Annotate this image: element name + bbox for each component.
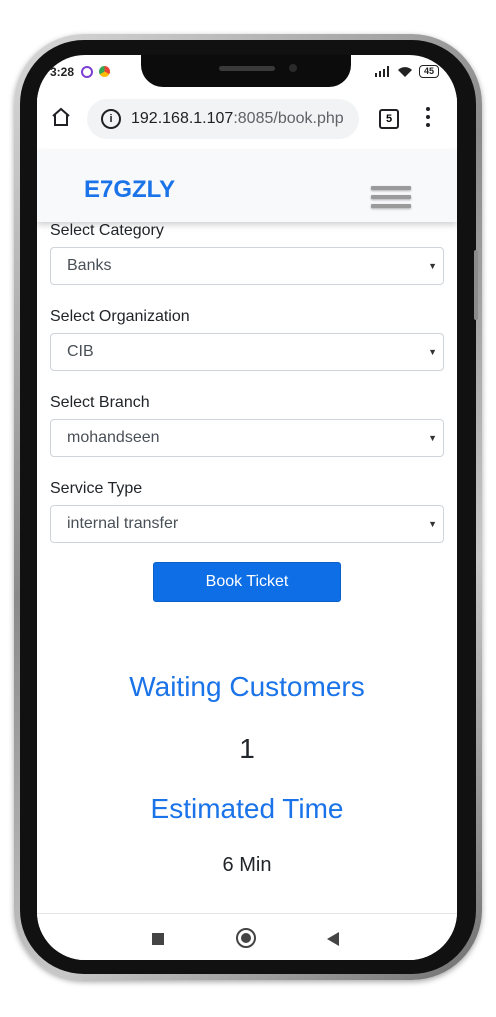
book-ticket-button[interactable]: Book Ticket: [153, 562, 341, 602]
organization-label: Select Organization: [50, 308, 190, 325]
browser-toolbar: i 192.168.1.107:8085/book.php 5: [37, 95, 457, 149]
estimated-time-title: Estimated Time: [150, 793, 344, 824]
status-right: 45: [374, 65, 439, 78]
dropdown-caret-icon: ▼: [428, 519, 437, 529]
volume-button: [474, 250, 478, 320]
waiting-customers-title: Waiting Customers: [129, 671, 365, 702]
dropdown-caret-icon: ▼: [428, 433, 437, 443]
status-time: 3:28: [50, 65, 75, 79]
service-type-value: internal transfer: [67, 515, 179, 532]
android-nav-bar: [37, 913, 457, 960]
organization-select[interactable]: CIB ▼: [50, 333, 444, 371]
signal-icon: [374, 66, 389, 77]
url-host: 192.168.1.107: [131, 110, 234, 127]
home-icon[interactable]: [49, 105, 73, 129]
category-select[interactable]: Banks ▼: [50, 247, 444, 285]
category-value: Banks: [67, 257, 112, 274]
site-navbar: E7GZLY: [37, 150, 457, 222]
service-type-label: Service Type: [50, 480, 143, 497]
chrome-notification-icon: [99, 66, 110, 77]
url-path: :8085/book.php: [233, 110, 344, 127]
estimated-time-value: 6 Min: [222, 854, 272, 876]
address-bar[interactable]: i 192.168.1.107:8085/book.php: [87, 99, 359, 139]
nav-back-icon[interactable]: [327, 932, 339, 946]
wifi-icon: [397, 66, 412, 77]
dropdown-caret-icon: ▼: [428, 261, 437, 271]
info-icon[interactable]: i: [101, 109, 121, 129]
brand-logo[interactable]: E7GZLY: [84, 176, 175, 204]
nav-recents-icon[interactable]: [152, 933, 164, 945]
notification-icon: [81, 66, 93, 78]
menu-kebab-icon[interactable]: [425, 107, 431, 129]
camera-notch: [141, 55, 351, 87]
tabs-icon[interactable]: 5: [379, 109, 399, 129]
branch-value: mohandseen: [67, 429, 160, 446]
waiting-customers-count: 1: [239, 733, 255, 764]
dropdown-caret-icon: ▼: [428, 347, 437, 357]
speaker: [219, 66, 275, 71]
front-camera: [289, 64, 297, 72]
hamburger-icon[interactable]: [371, 186, 411, 214]
branch-select[interactable]: mohandseen ▼: [50, 419, 444, 457]
branch-label: Select Branch: [50, 394, 150, 411]
category-label: Select Category: [50, 222, 164, 239]
phone-screen: 3:28 45 i 192.168.1.107:8085/book.php 5 …: [37, 55, 457, 960]
nav-home-icon[interactable]: [236, 928, 256, 948]
service-type-select[interactable]: internal transfer ▼: [50, 505, 444, 543]
battery-icon: 45: [418, 65, 439, 78]
organization-value: CIB: [67, 343, 94, 360]
